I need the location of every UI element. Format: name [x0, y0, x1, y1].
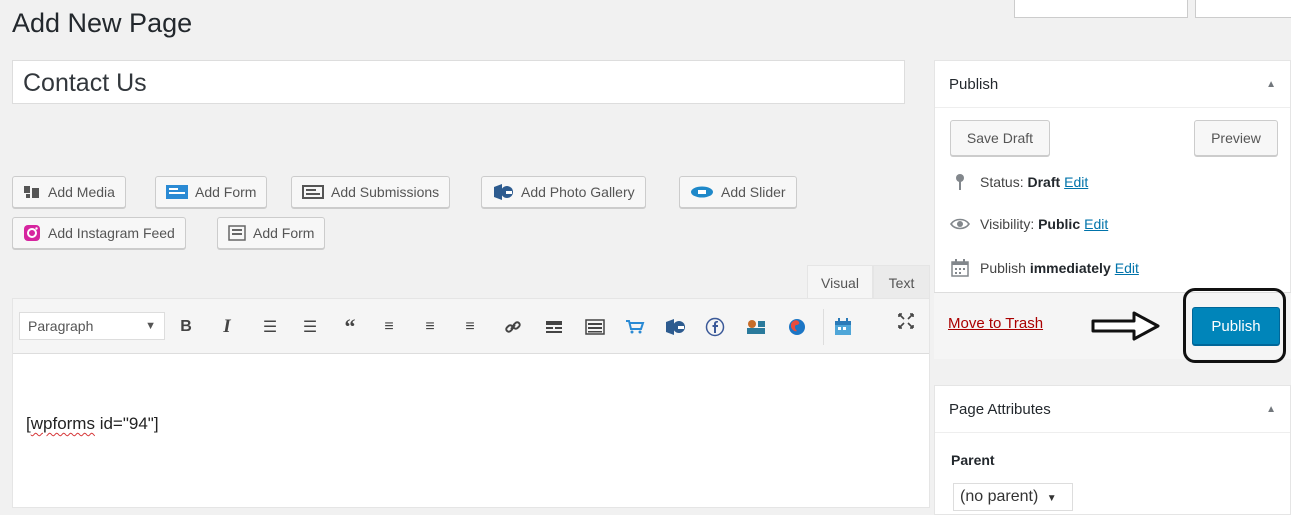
- map-pin-icon[interactable]: [786, 316, 808, 338]
- facebook-icon[interactable]: [704, 316, 726, 338]
- parent-label: Parent: [951, 452, 995, 468]
- fullscreen-icon[interactable]: [895, 310, 917, 332]
- form-icon: [166, 185, 188, 199]
- publish-box-header[interactable]: Publish ▲: [935, 61, 1290, 108]
- bullet-list-icon[interactable]: ☰: [259, 316, 281, 338]
- gallery-icon: [492, 183, 514, 201]
- publish-value: immediately: [1029, 260, 1111, 276]
- status-row: Status: Draft Edit: [950, 173, 1088, 191]
- add-form-button[interactable]: Add Form: [155, 176, 268, 208]
- toolbar-toggle-icon[interactable]: [584, 316, 606, 338]
- instagram-icon: [23, 224, 41, 242]
- calendar-icon: [950, 259, 970, 277]
- add-slider-label: Add Slider: [721, 184, 786, 200]
- collapse-arrow-icon[interactable]: ▲: [1266, 79, 1276, 90]
- chevron-down-icon: ▼: [1046, 493, 1057, 504]
- publish-box-title: Publish: [949, 75, 999, 93]
- arrow-right-icon: [1090, 310, 1162, 347]
- help-tab[interactable]: [1195, 0, 1291, 18]
- visibility-row: Visibility: Public Edit: [950, 216, 1108, 232]
- bold-icon[interactable]: B: [175, 316, 197, 338]
- add-media-icon: [23, 184, 41, 200]
- content-shortcode-rest: id="94"]: [94, 414, 159, 433]
- publish-label: Publish: [980, 260, 1026, 276]
- screen-options-tab[interactable]: [1014, 0, 1188, 18]
- add-photo-gallery-label: Add Photo Gallery: [521, 184, 635, 200]
- blockquote-icon[interactable]: “: [339, 314, 361, 339]
- collapse-arrow-icon[interactable]: ▲: [1266, 404, 1276, 415]
- add-submissions-label: Add Submissions: [331, 184, 440, 200]
- tab-visual[interactable]: Visual: [807, 265, 873, 299]
- slider-icon[interactable]: [745, 316, 767, 338]
- align-left-icon[interactable]: ≡: [378, 316, 400, 338]
- cart-icon[interactable]: [624, 316, 646, 338]
- add-media-label: Add Media: [48, 184, 115, 200]
- format-select[interactable]: Paragraph ▼: [19, 312, 165, 340]
- link-icon[interactable]: [502, 316, 524, 338]
- chevron-down-icon: ▼: [145, 320, 156, 332]
- add-media-button[interactable]: Add Media: [12, 176, 126, 208]
- align-center-icon[interactable]: ≡: [419, 316, 441, 338]
- slider-icon: [690, 186, 714, 198]
- numbered-list-icon[interactable]: ☰: [299, 316, 321, 338]
- visibility-label: Visibility:: [980, 216, 1035, 232]
- add-form-label: Add Form: [195, 184, 257, 200]
- align-right-icon[interactable]: ≡: [459, 316, 481, 338]
- editor-content[interactable]: [wpforms id="94"]: [26, 414, 159, 434]
- add-photo-gallery-button[interactable]: Add Photo Gallery: [481, 176, 646, 208]
- tab-text[interactable]: Text: [873, 265, 930, 299]
- page-attributes-title: Page Attributes: [949, 400, 1051, 418]
- pin-icon: [950, 173, 970, 191]
- italic-icon[interactable]: I: [216, 316, 238, 338]
- page-title: Add New Page: [12, 8, 193, 38]
- parent-select-value: (no parent): [960, 488, 1039, 505]
- save-draft-button[interactable]: Save Draft: [950, 120, 1050, 156]
- edit-publish-date-link[interactable]: Edit: [1115, 260, 1139, 276]
- eye-icon: [950, 217, 970, 231]
- add-instagram-feed-button[interactable]: Add Instagram Feed: [12, 217, 186, 249]
- gallery-icon[interactable]: [664, 316, 686, 338]
- content-shortcode-name: wpforms: [30, 414, 95, 433]
- add-form-label-2: Add Form: [253, 225, 315, 241]
- add-submissions-button[interactable]: Add Submissions: [291, 176, 451, 208]
- add-slider-button[interactable]: Add Slider: [679, 176, 797, 208]
- publish-button[interactable]: Publish: [1192, 307, 1280, 345]
- read-more-icon[interactable]: [543, 316, 565, 338]
- add-form-button-2[interactable]: Add Form: [217, 217, 326, 249]
- edit-visibility-link[interactable]: Edit: [1084, 216, 1108, 232]
- submissions-icon: [302, 185, 324, 199]
- parent-select[interactable]: (no parent) ▼: [953, 483, 1073, 511]
- page-title-input[interactable]: Contact Us: [12, 60, 905, 104]
- format-select-value: Paragraph: [28, 318, 94, 334]
- publish-date-row: Publish immediately Edit: [950, 259, 1139, 277]
- form-icon: [228, 225, 246, 241]
- calendar-icon[interactable]: [832, 316, 854, 338]
- toolbar-divider: [823, 309, 824, 345]
- preview-button[interactable]: Preview: [1194, 120, 1278, 156]
- edit-status-link[interactable]: Edit: [1064, 174, 1088, 190]
- status-label: Status:: [980, 174, 1024, 190]
- status-value: Draft: [1027, 174, 1061, 190]
- page-attributes-header[interactable]: Page Attributes ▲: [935, 386, 1290, 433]
- visibility-value: Public: [1038, 216, 1081, 232]
- add-instagram-feed-label: Add Instagram Feed: [48, 225, 175, 241]
- move-to-trash-link[interactable]: Move to Trash: [948, 315, 1043, 332]
